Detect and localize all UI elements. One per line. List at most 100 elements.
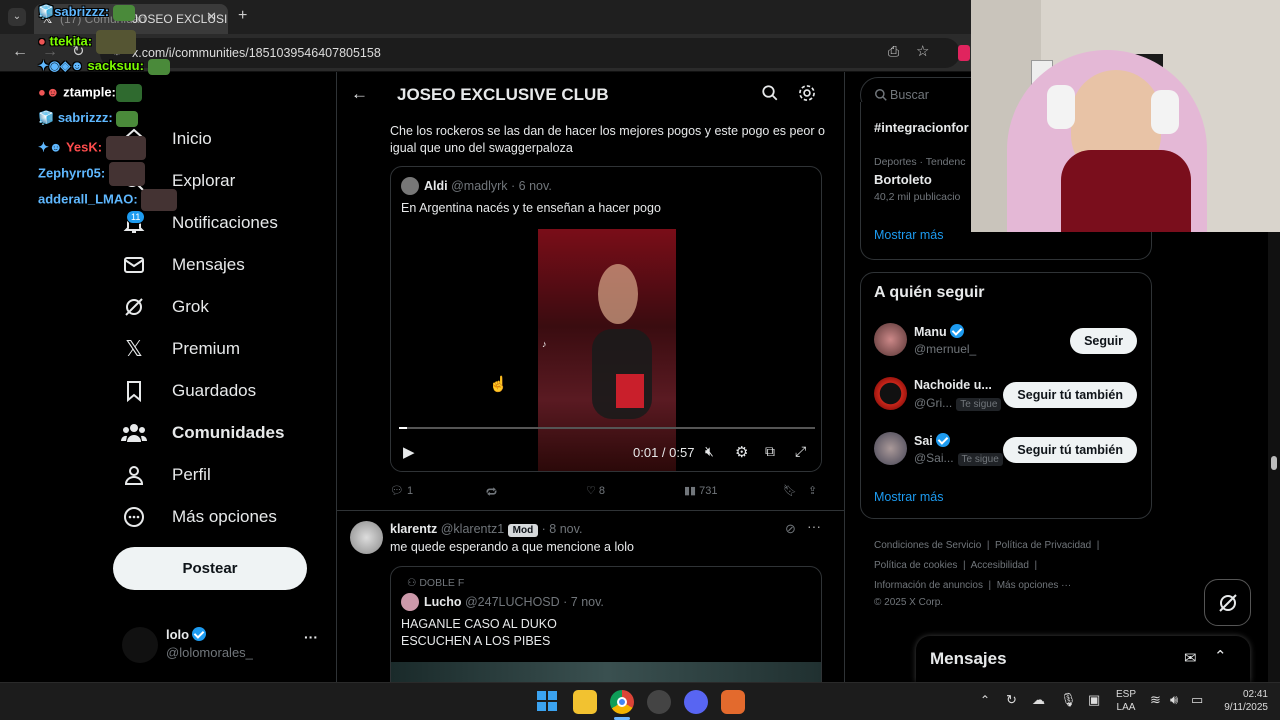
who-to-follow-card: A quién seguir Manu @mernuel_ Seguir Nac… xyxy=(860,272,1152,519)
nav-grok[interactable]: Grok xyxy=(110,286,330,328)
author-handle: @klarentz1 xyxy=(440,522,505,536)
language-indicator[interactable]: ESP LAA xyxy=(1116,688,1136,714)
chrome-icon[interactable] xyxy=(610,690,634,714)
badge-icon: 🧊 xyxy=(38,4,55,19)
fullscreen-icon[interactable]: ⤢ xyxy=(795,443,806,460)
person-icon xyxy=(120,461,148,489)
quoted-post[interactable]: ⚇ DOBLE F Lucho @247LUCHOSD · 7 nov. HAG… xyxy=(390,566,822,682)
repost-icon[interactable]: 🔁︎ xyxy=(486,484,497,500)
share-icon[interactable]: ⇪ xyxy=(808,484,817,497)
follow-row[interactable]: Nachoide u... @Gri... Te sigue Seguir tú … xyxy=(861,375,1151,415)
messages-drawer-title: Mensajes xyxy=(930,649,1007,668)
grok-icon[interactable]: ⊘ xyxy=(785,521,796,537)
back-arrow-icon[interactable]: ← xyxy=(351,84,368,104)
follow-handle: @mernuel_ xyxy=(914,342,977,356)
display-icon[interactable]: ▣ xyxy=(1088,692,1100,708)
more-circle-icon xyxy=(120,503,148,531)
speaker-icon[interactable]: 🔊︎ xyxy=(1170,692,1178,708)
settings-icon[interactable]: ⚙ xyxy=(735,443,748,461)
follow-row[interactable]: Sai @Sai... Te sigue Seguir tú también xyxy=(861,430,1151,470)
view-count: 731 xyxy=(699,485,718,497)
mute-icon[interactable]: 🔇︎ xyxy=(705,443,714,460)
follow-back-button[interactable]: Seguir tú también xyxy=(1003,437,1137,463)
post-1[interactable]: Che los rockeros se las dan de hacer los… xyxy=(337,118,844,510)
nav-comunidades[interactable]: Comunidades xyxy=(110,412,330,454)
footer-link[interactable]: Accesibilidad xyxy=(971,560,1029,571)
footer-link[interactable]: Política de Privacidad xyxy=(995,540,1091,551)
obs-icon[interactable] xyxy=(647,690,671,714)
clock[interactable]: 02:41 9/11/2025 xyxy=(1212,688,1268,714)
quote-media[interactable] xyxy=(391,662,821,682)
follow-handle: @Gri... xyxy=(914,396,953,410)
chevron-up-icon[interactable]: ⌃ xyxy=(980,693,990,707)
footer-link[interactable]: Política de cookies xyxy=(874,560,957,571)
nav-premium[interactable]: 𝕏 Premium xyxy=(110,328,330,370)
verified-badge-icon xyxy=(192,627,207,641)
new-message-icon[interactable]: ✉ xyxy=(1184,649,1197,667)
keyboard-layout: LAA xyxy=(1116,702,1136,713)
more-dots-icon[interactable]: ··· xyxy=(807,518,821,534)
battery-icon[interactable]: ▭ xyxy=(1191,692,1203,708)
back-arrow-icon[interactable]: ← xyxy=(12,43,28,61)
tab-search-button[interactable]: ⌄ xyxy=(8,8,26,26)
footer-link[interactable]: Condiciones de Servicio xyxy=(874,540,981,551)
nav-mensajes[interactable]: Mensajes xyxy=(110,244,330,286)
quoted-post[interactable]: Aldi @madlyrk · 6 nov. En Argentina nacé… xyxy=(390,166,822,472)
chat-message: ●☻ ztample: xyxy=(38,84,142,102)
reply-count: 1 xyxy=(407,485,414,497)
extension-icon[interactable] xyxy=(958,45,970,61)
play-icon[interactable]: ▶ xyxy=(403,443,415,461)
show-more-link[interactable]: Mostrar más xyxy=(874,490,943,504)
reply-icon[interactable]: 💬︎ 1 xyxy=(390,484,413,497)
show-more-link[interactable]: Mostrar más xyxy=(874,228,943,242)
trend-item[interactable]: Bortoleto xyxy=(874,172,932,187)
follow-back-button[interactable]: Seguir tú también xyxy=(1003,382,1137,408)
url-bar[interactable]: ⚙ x.com/i/communities/185103954640780515… xyxy=(100,38,960,68)
post-button[interactable]: Postear xyxy=(113,547,307,590)
account-switcher[interactable]: lolo @lolomorales_ ··· xyxy=(122,625,332,665)
grok-floating-button[interactable] xyxy=(1204,579,1251,626)
scrollbar-thumb[interactable] xyxy=(1271,456,1277,470)
windows-start-icon[interactable] xyxy=(536,690,560,714)
bookmark-icon[interactable]: 🔖︎ xyxy=(783,484,797,497)
post-2[interactable]: klarentz @klarentz1 Mod · 8 nov. ⊘ ··· m… xyxy=(337,511,844,682)
video-player[interactable]: ♪ ▶ 0:01 / 0:57 🔇︎ ⚙ ⧉ ⤢ xyxy=(391,229,821,471)
views-icon[interactable]: ▮▮ 731 xyxy=(684,484,718,497)
footer-link[interactable]: Información de anuncios xyxy=(874,580,983,591)
nav-perfil[interactable]: Perfil xyxy=(110,454,330,496)
search-icon[interactable] xyxy=(761,84,779,107)
quote-author-handle: @247LUCHOSD xyxy=(464,595,560,609)
expand-icon[interactable]: ⌃ xyxy=(1214,647,1227,665)
install-app-icon[interactable]: ⎙ xyxy=(888,43,899,60)
discord-icon[interactable] xyxy=(684,690,708,714)
new-tab-button[interactable]: + xyxy=(238,7,247,25)
chat-message: adderall_LMAO: xyxy=(38,189,178,211)
avatar xyxy=(874,323,907,356)
post-actions: 💬︎ 1 🔁︎ ♡ 8 ▮▮ 731 🔖︎ ⇪ xyxy=(390,484,830,502)
more-dots-icon[interactable]: ··· xyxy=(304,629,318,645)
nav-guardados[interactable]: Guardados xyxy=(110,370,330,412)
sync-icon[interactable]: ↻ xyxy=(1006,692,1017,708)
footer-link[interactable]: Más opciones ··· xyxy=(997,580,1071,591)
video-time: 0:01 / 0:57 xyxy=(633,445,695,460)
gear-icon[interactable] xyxy=(797,83,817,108)
picture-in-picture-icon[interactable]: ⧉ xyxy=(765,443,775,460)
wifi-icon[interactable]: ≋ xyxy=(1150,692,1161,708)
file-explorer-icon[interactable] xyxy=(573,690,597,714)
like-icon[interactable]: ♡ 8 xyxy=(586,484,605,497)
fl-studio-icon[interactable] xyxy=(721,690,745,714)
search-placeholder: Buscar xyxy=(890,88,929,102)
messages-drawer[interactable]: Mensajes ✉ ⌃ xyxy=(916,636,1250,682)
close-tab-icon[interactable]: ✕ xyxy=(206,9,217,25)
badge-icon: ✦☻ xyxy=(38,139,63,155)
follow-row[interactable]: Manu @mernuel_ Seguir xyxy=(861,321,1151,361)
follow-button[interactable]: Seguir xyxy=(1070,328,1137,354)
video-progress-track[interactable] xyxy=(399,427,815,429)
cloud-icon[interactable]: ☁ xyxy=(1032,692,1045,708)
nav-mas-opciones[interactable]: Más opciones xyxy=(110,496,330,538)
trend-item[interactable]: #integracionfor xyxy=(874,120,969,135)
bookmark-star-icon[interactable]: ☆ xyxy=(916,42,929,60)
main-column: ← JOSEO EXCLUSIVE CLUB Che los rockeros … xyxy=(336,72,845,682)
post-text: Che los rockeros se las dan de hacer los… xyxy=(390,124,825,155)
microphone-icon[interactable]: 🎙︎ xyxy=(1060,692,1077,708)
